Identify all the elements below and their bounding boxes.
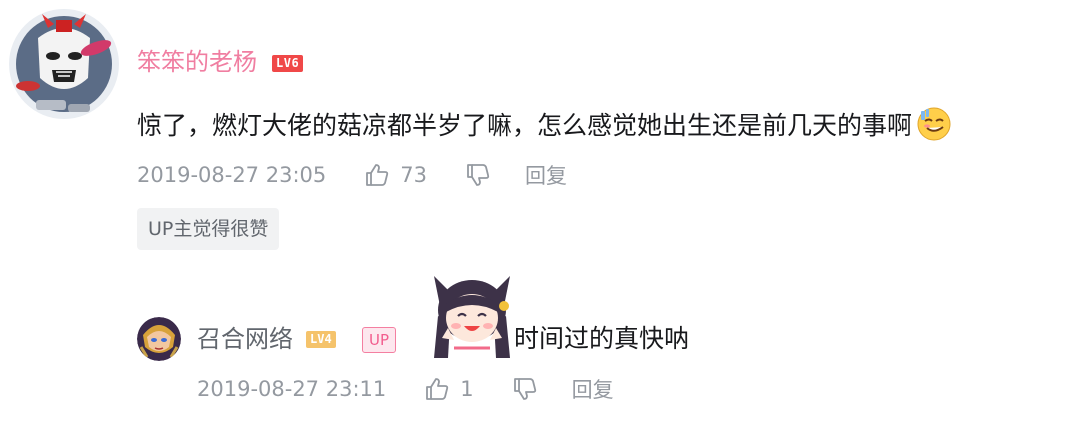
avatar-image [137,317,181,361]
comment-content: 惊了，燃灯大佬的菇凉都半岁了嘛，怎么感觉她出生还是前几天的事啊 [137,111,913,140]
user-avatar[interactable] [8,8,120,120]
avatar-image [9,9,119,119]
comment-meta: 2019-08-27 23:05 73 回复 [137,158,567,192]
reply-time: 2019-08-27 23:11 [197,377,387,401]
like-count: 73 [400,163,427,187]
up-liked-tag: UP主觉得很赞 [137,208,280,250]
thumbs-up-icon [366,164,389,186]
like-button[interactable]: 1 [424,376,474,402]
comment-time: 2019-08-27 23:05 [137,163,327,187]
comment-thread: 笨笨的老杨 LV6 惊了，燃灯大佬的菇凉都半岁了嘛，怎么感觉她出生还是前几天的事… [0,0,1080,426]
reply-button[interactable]: 回复 [572,374,614,404]
dislike-button[interactable] [512,376,538,402]
reply-button[interactable]: 回复 [525,160,567,190]
level-badge: LV4 [306,331,336,348]
thumbs-up-icon [426,378,449,400]
reply-meta: 2019-08-27 23:11 1 回复 [197,372,614,406]
level-badge: LV6 [272,55,304,72]
cat-ear-girl-sticker [428,266,516,362]
thumbs-down-icon [513,378,536,400]
like-count: 1 [460,377,474,401]
reply-username[interactable]: 召合网络 [197,322,293,356]
comment-text: 惊了，燃灯大佬的菇凉都半岁了嘛，怎么感觉她出生还是前几天的事啊 [137,104,952,148]
up-badge: UP [362,327,397,353]
like-button[interactable]: 73 [364,162,427,188]
awkward-face-icon [916,106,952,142]
dislike-button[interactable] [465,162,491,188]
username[interactable]: 笨笨的老杨 [137,44,257,80]
reply-text: 时间过的真快呐 [514,324,690,353]
thumbs-down-icon [467,164,490,186]
reply-user-avatar[interactable] [137,317,181,361]
